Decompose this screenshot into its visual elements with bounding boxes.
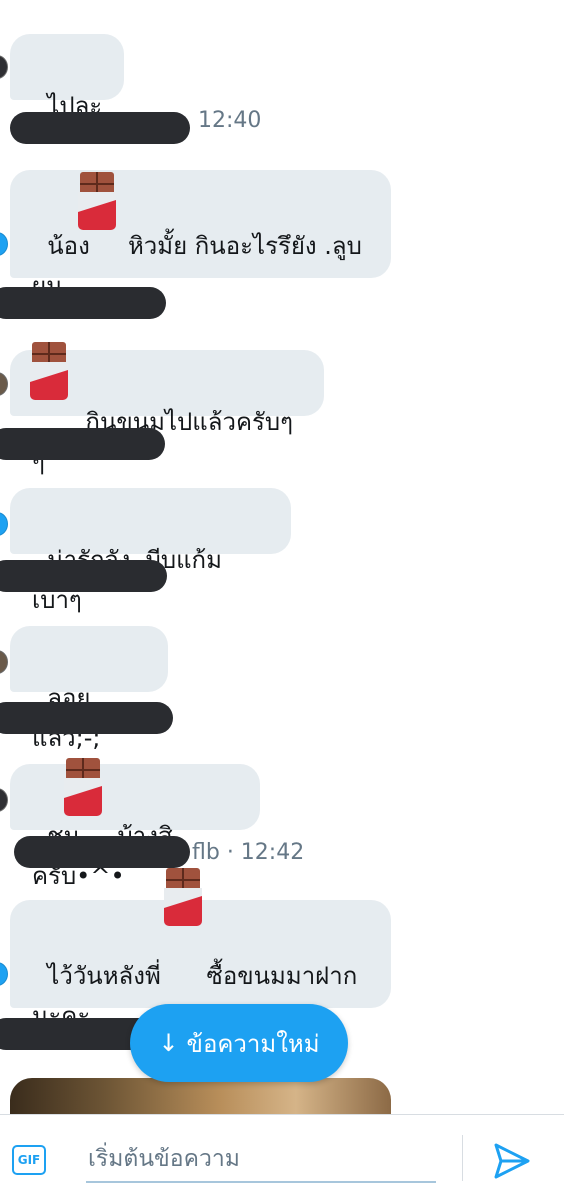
- send-icon[interactable]: [492, 1141, 532, 1181]
- sender-avatar[interactable]: [0, 650, 8, 674]
- timestamp: 12:40: [198, 108, 262, 133]
- redacted-name: [14, 836, 190, 868]
- message-bubble[interactable]: น่ารักจัง .บีบแก้มเบาๆ: [10, 488, 291, 614]
- gif-label: GIF: [17, 1153, 41, 1167]
- timestamp: flb · 12:42: [192, 840, 305, 865]
- redacted-name: [0, 428, 165, 460]
- new-messages-button[interactable]: ↓ ข้อความใหม่: [130, 1004, 348, 1082]
- chocolate-sticker-icon: [162, 866, 204, 928]
- sender-avatar[interactable]: [0, 55, 8, 79]
- sender-avatar[interactable]: [0, 788, 8, 812]
- gif-button[interactable]: GIF: [12, 1145, 46, 1175]
- message-bubble[interactable]: ลอยแล้ว;-;: [10, 626, 168, 752]
- redacted-name: [0, 702, 173, 734]
- message-bubble[interactable]: ไปละ: [10, 34, 125, 120]
- chocolate-sticker-icon: [28, 340, 70, 402]
- message-input[interactable]: [86, 1137, 436, 1183]
- redacted-name: [0, 560, 167, 592]
- composer-divider: [462, 1135, 463, 1181]
- new-messages-label: ข้อความใหม่: [186, 1029, 320, 1058]
- sender-avatar[interactable]: [0, 962, 8, 986]
- redacted-name: [0, 287, 166, 319]
- arrow-down-icon: ↓: [158, 1029, 179, 1057]
- sender-avatar[interactable]: [0, 512, 8, 536]
- redacted-name: [10, 112, 190, 144]
- message-composer: GIF: [0, 1114, 564, 1201]
- message-bubble[interactable]: ชม บ้างสิครับ•^•: [10, 764, 260, 890]
- sender-avatar[interactable]: [0, 232, 8, 256]
- chocolate-sticker-icon: [76, 170, 118, 232]
- message-bubble[interactable]: น้อง หิวมั้ย กินอะไรรึยัง .ลูบ ผม: [10, 170, 391, 300]
- sender-avatar[interactable]: [0, 372, 8, 396]
- chocolate-sticker-icon: [62, 756, 104, 818]
